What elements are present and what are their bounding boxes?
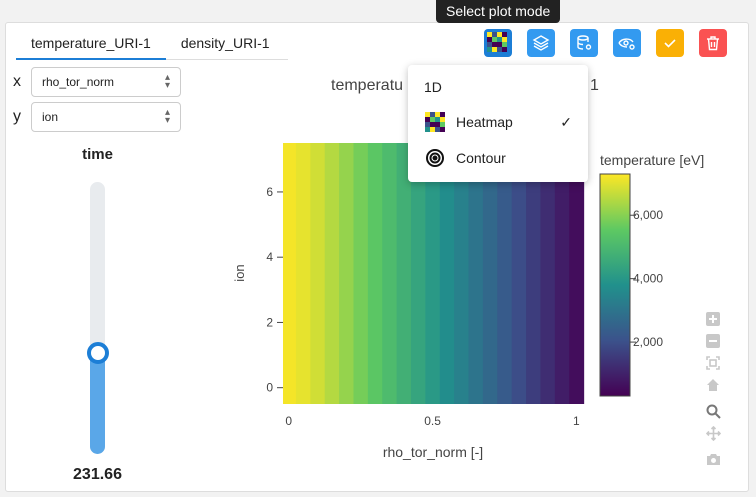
zoom-out-icon[interactable] <box>704 332 722 350</box>
heatmap-icon <box>487 32 507 52</box>
plot-mode-menu: 1D Heatmap ✓ Contour <box>408 65 588 182</box>
database-gear-icon <box>577 35 592 50</box>
chevron-updown-icon: ▴ ▾ <box>164 72 170 91</box>
chevron-updown-icon: ▴ ▾ <box>164 107 170 126</box>
time-slider-title: time <box>82 146 113 163</box>
trash-icon <box>707 36 719 51</box>
delete-button[interactable] <box>699 29 727 57</box>
contour-icon <box>424 147 446 169</box>
y-axis-select[interactable]: ion ▴ ▾ <box>31 102 181 132</box>
plot-mode-tooltip: Select plot mode <box>436 0 561 23</box>
plot-title: temperatu <box>331 77 404 94</box>
y-axis-value: ion <box>42 110 59 124</box>
eye-gear-icon <box>618 38 635 50</box>
x-axis-value: rho_tor_norm <box>42 75 115 89</box>
home-icon[interactable] <box>704 376 722 394</box>
menu-item-label: Heatmap <box>456 114 513 130</box>
menu-item-label: 1D <box>424 79 442 95</box>
autoscale-icon[interactable] <box>704 354 722 372</box>
menu-item-label: Contour <box>456 150 506 166</box>
tab-density[interactable]: density_URI-1 <box>166 29 285 60</box>
y-axis-selector: y ion ▴ ▾ <box>13 102 181 132</box>
toolbar <box>484 29 740 57</box>
tab-temperature[interactable]: temperature_URI-1 <box>16 29 166 60</box>
time-slider-fill <box>90 353 105 454</box>
menu-item-contour[interactable]: Contour <box>408 142 588 174</box>
plot-modebar <box>704 310 722 472</box>
y-axis-label: y <box>13 108 21 125</box>
heatmap-icon <box>424 111 446 133</box>
x-axis-selector: x rho_tor_norm ▴ ▾ <box>13 67 181 97</box>
visibility-button[interactable] <box>613 29 641 57</box>
plot-title-end: 1 <box>590 77 599 94</box>
check-icon: ✓ <box>560 114 572 130</box>
pan-icon[interactable] <box>704 424 722 442</box>
plot-mode-button[interactable] <box>484 29 512 57</box>
zoom-in-icon[interactable] <box>704 310 722 328</box>
x-axis-label: x <box>13 73 21 90</box>
camera-icon[interactable] <box>704 450 722 468</box>
database-button[interactable] <box>570 29 598 57</box>
x-axis-select[interactable]: rho_tor_norm ▴ ▾ <box>31 67 181 97</box>
confirm-button[interactable] <box>656 29 684 57</box>
check-icon <box>664 39 676 48</box>
layers-icon <box>532 35 550 51</box>
time-value: 231.66 <box>73 466 122 483</box>
menu-item-heatmap[interactable]: Heatmap ✓ <box>408 106 588 138</box>
tab-bar: temperature_URI-1 density_URI-1 <box>16 29 288 60</box>
layers-button[interactable] <box>527 29 555 57</box>
menu-item-1d[interactable]: 1D <box>408 71 588 103</box>
zoom-icon[interactable] <box>704 402 722 420</box>
